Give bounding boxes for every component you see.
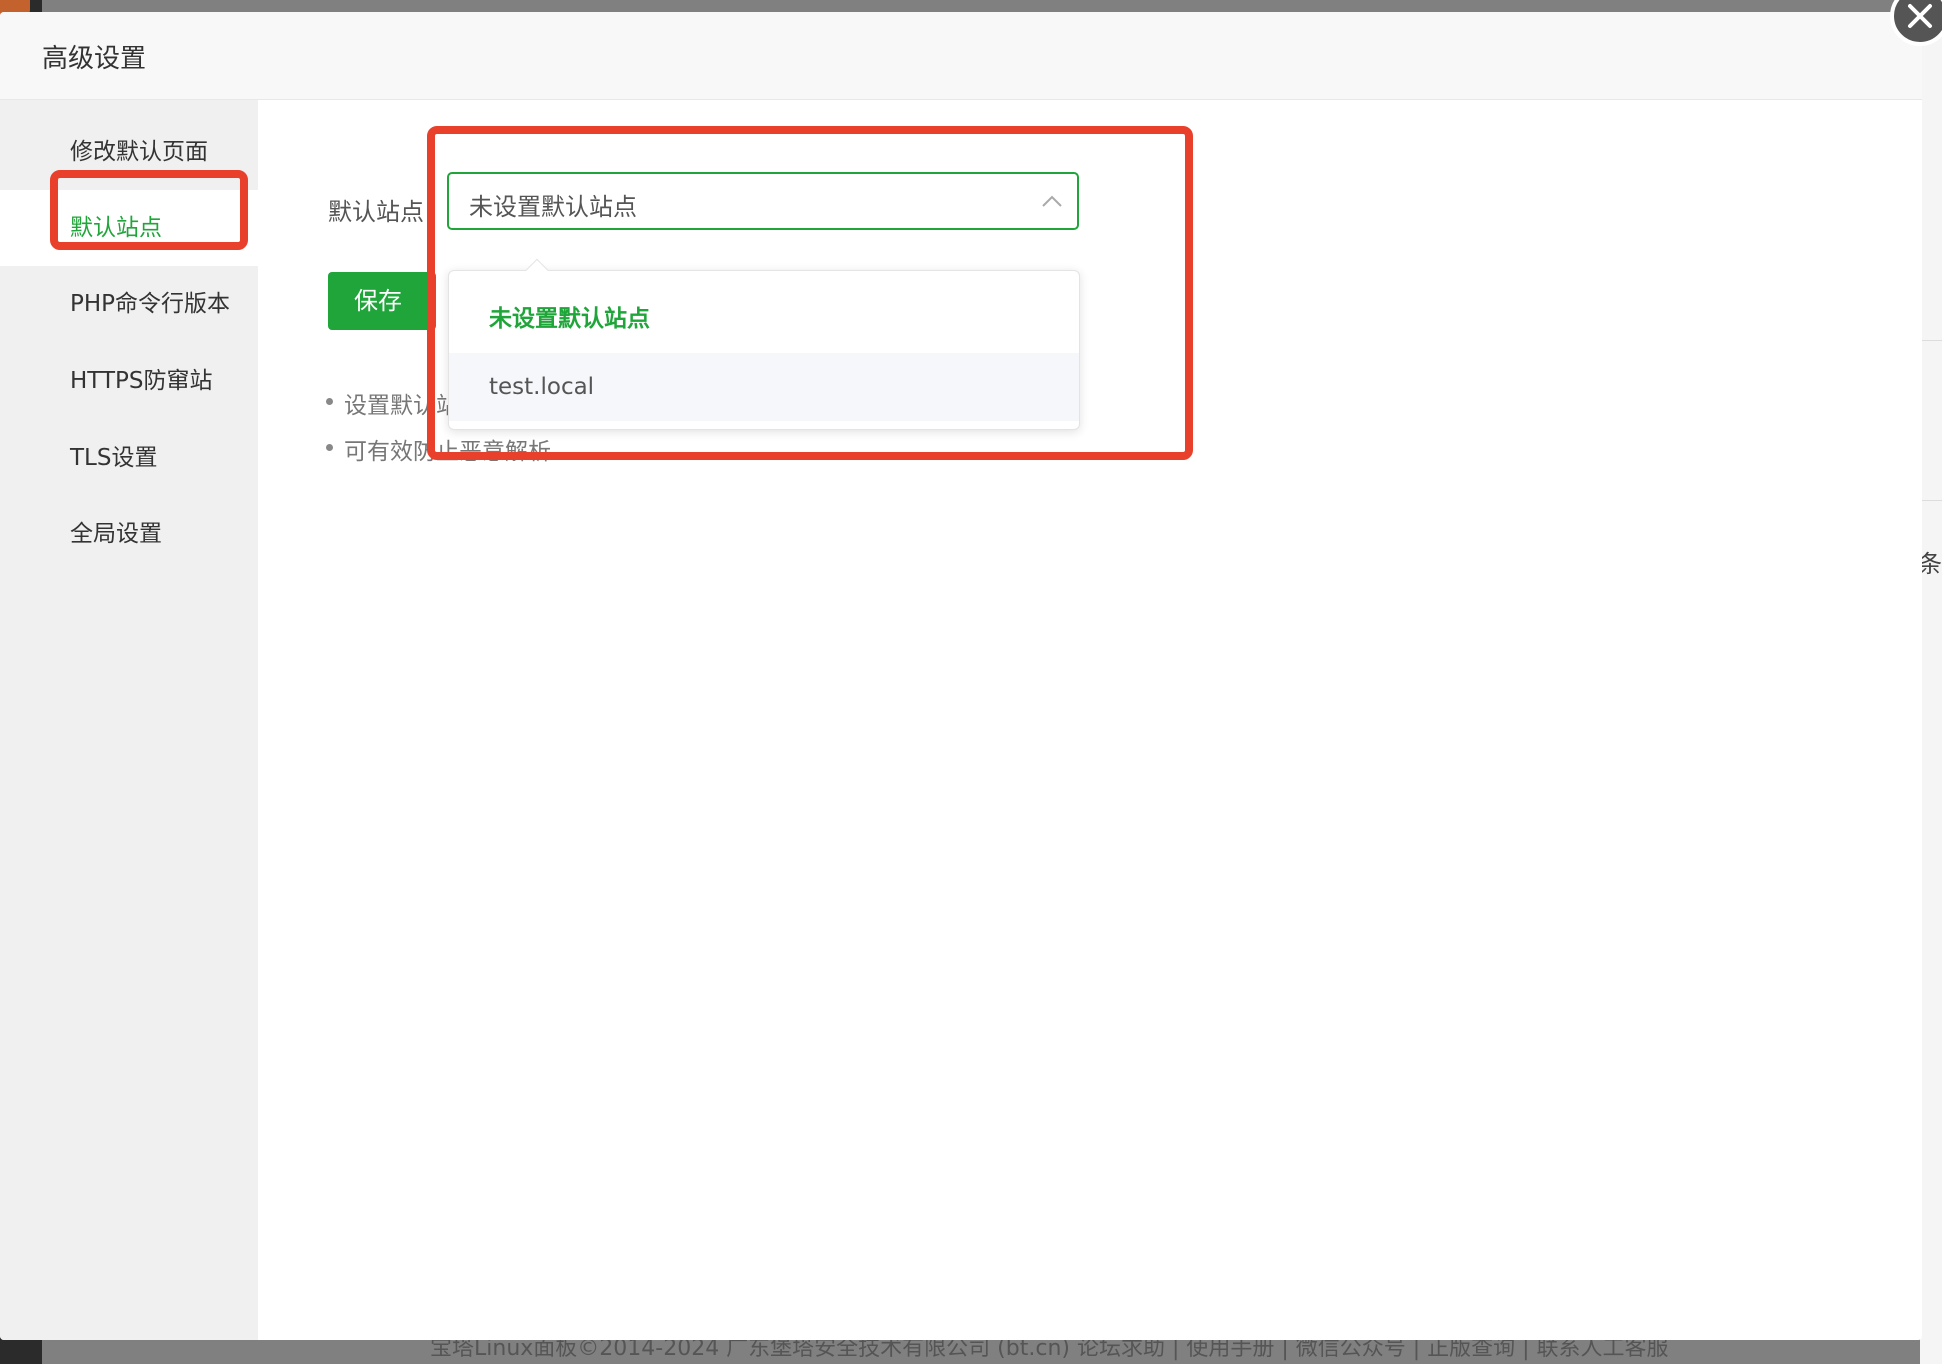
advanced-settings-modal: 高级设置 修改默认页面 默认站点 PHP命令行版本 HTTPS防窜站 TLS设置…: [0, 12, 1922, 1340]
close-icon: [1908, 4, 1932, 28]
modal-title: 高级设置: [42, 44, 147, 74]
sidebar-item-php-cli-version[interactable]: PHP命令行版本: [0, 266, 258, 342]
save-button[interactable]: 保存: [328, 272, 436, 330]
background-divider: [1920, 340, 1942, 341]
sidebar-item-https-anti-hijack[interactable]: HTTPS防窜站: [0, 343, 258, 419]
background-right-panel: [1920, 0, 1942, 1364]
annotation-highlight-select: [427, 126, 1193, 460]
default-site-label: 默认站点: [328, 198, 424, 226]
annotation-highlight-sidebar: [50, 170, 248, 250]
settings-sidebar: 修改默认页面 默认站点 PHP命令行版本 HTTPS防窜站 TLS设置 全局设置: [0, 100, 258, 1340]
background-divider: [1920, 500, 1942, 501]
sidebar-item-tls-settings[interactable]: TLS设置: [0, 420, 258, 496]
sidebar-item-global-settings[interactable]: 全局设置: [0, 496, 258, 572]
modal-header: 高级设置: [0, 12, 1922, 100]
